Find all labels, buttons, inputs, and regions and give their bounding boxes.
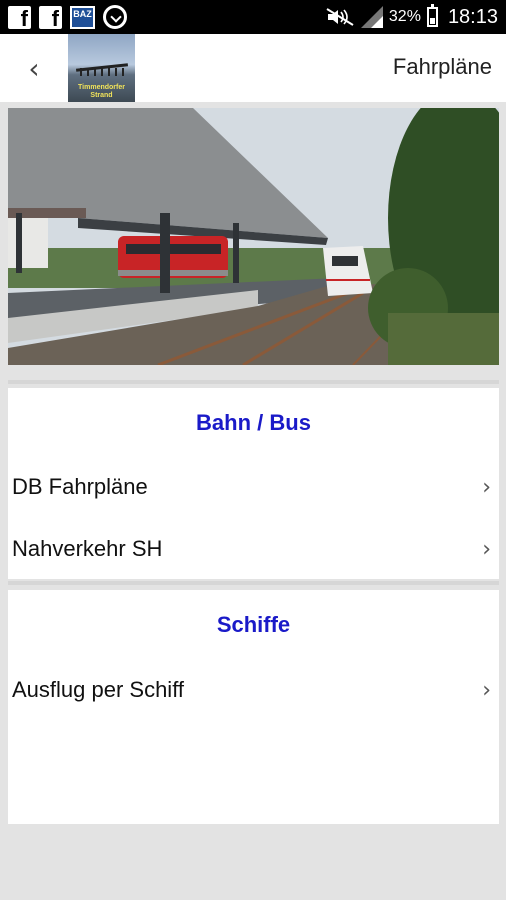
list-item-nahverkehr-sh[interactable]: Nahverkehr SH › <box>8 524 499 574</box>
list-item-ausflug-per-schiff[interactable]: Ausflug per Schiff › <box>8 665 499 715</box>
divider <box>8 581 499 585</box>
facebook-icon: f <box>39 5 62 29</box>
header-photo <box>8 108 499 365</box>
clock: 18:13 <box>447 5 498 28</box>
list-item-label: Nahverkehr SH <box>12 536 163 561</box>
battery-percent: 32% <box>388 8 421 25</box>
chevron-right-icon: › <box>482 474 491 500</box>
section-heading: Schiffe <box>216 612 291 637</box>
app-logo: Timmendorfer Strand <box>68 34 135 102</box>
section-card-schiffe: Schiffe Ausflug per Schiff › <box>8 590 499 824</box>
mute-icon <box>326 8 354 26</box>
status-bar: f f BAZ 32% 18:13 <box>0 0 506 34</box>
chevron-right-icon: › <box>482 536 491 562</box>
app-bar: ‹ Timmendorfer Strand Fahrpläne <box>0 34 506 102</box>
section-heading: Bahn / Bus <box>196 410 311 435</box>
facebook-icon: f <box>8 5 31 29</box>
chevron-right-icon: › <box>482 677 491 703</box>
logo-text: Timmendorfer Strand <box>78 84 125 99</box>
section-card-bahn-bus: Bahn / Bus DB Fahrpläne › Nahverkehr SH … <box>8 388 499 579</box>
back-icon[interactable]: ‹ <box>20 52 48 85</box>
battery-icon <box>426 4 438 27</box>
signal-icon <box>360 6 383 28</box>
list-item-label: DB Fahrpläne <box>12 474 148 499</box>
list-item-label: Ausflug per Schiff <box>12 677 185 702</box>
divider <box>8 380 499 384</box>
baz-app-icon: BAZ <box>70 5 95 29</box>
sync-icon <box>103 5 127 29</box>
page-title: Fahrpläne <box>392 54 492 79</box>
list-item-db-fahrplaene[interactable]: DB Fahrpläne › <box>8 462 499 512</box>
